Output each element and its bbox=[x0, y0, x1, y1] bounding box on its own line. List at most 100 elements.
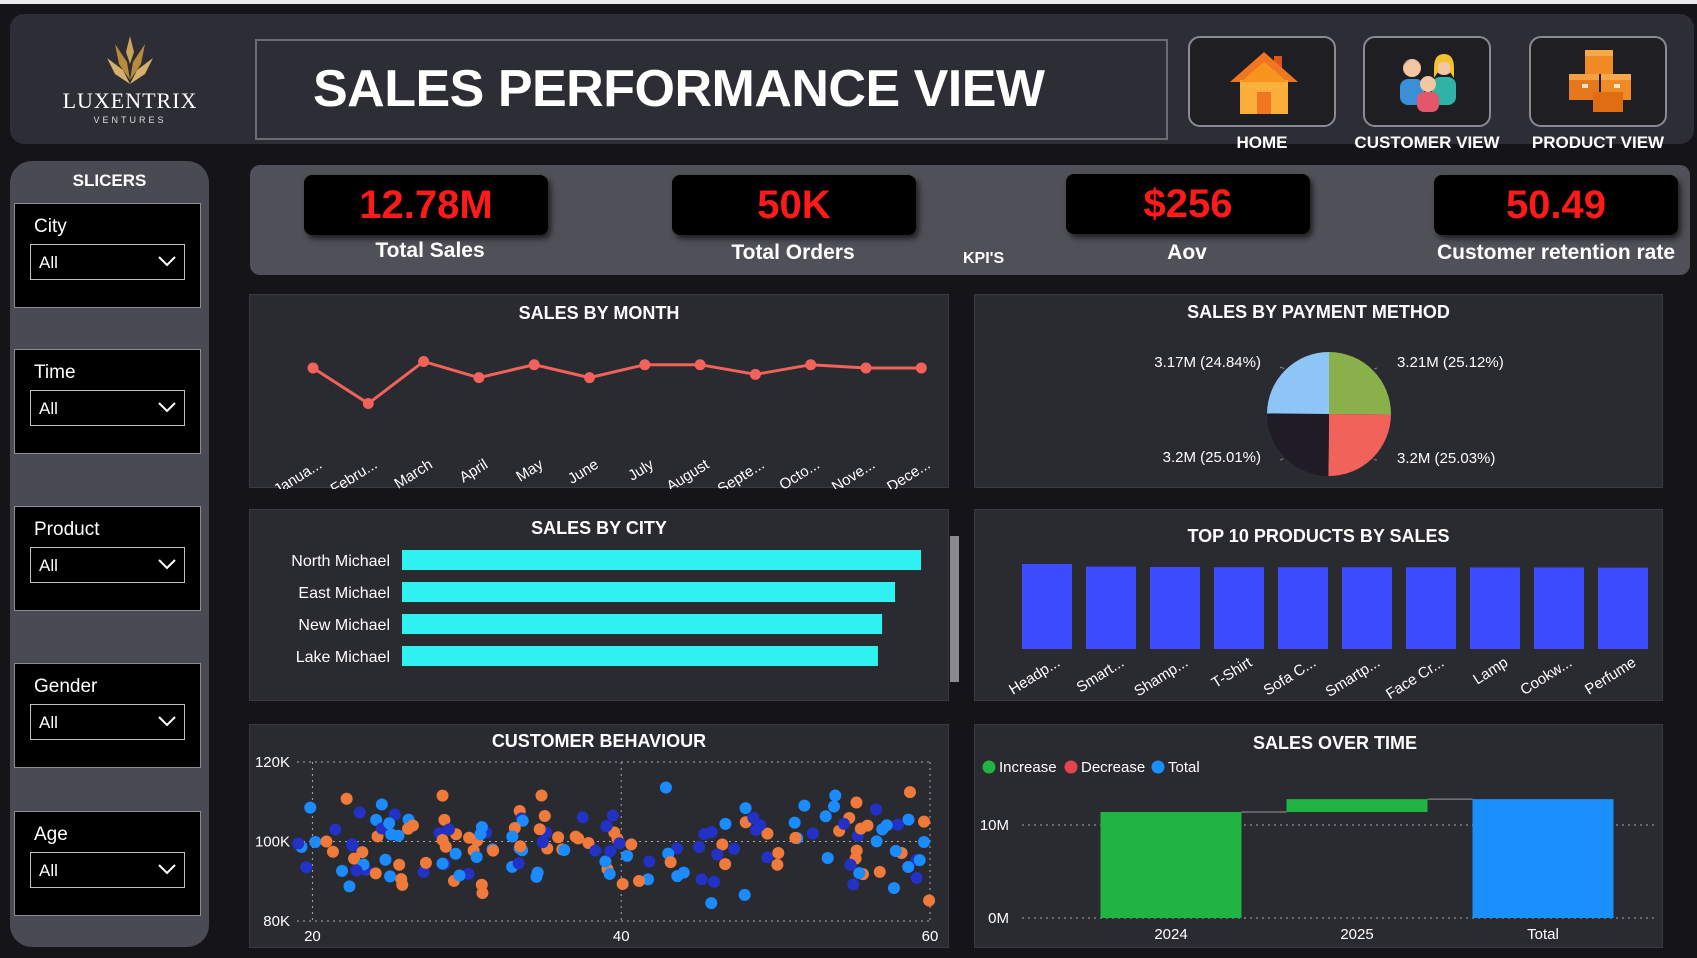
scatter-point bbox=[664, 856, 677, 869]
product-bar bbox=[1022, 564, 1072, 649]
scatter-point bbox=[847, 878, 860, 891]
x-tick-label: Perfume bbox=[1582, 654, 1639, 698]
scatter-point bbox=[719, 858, 732, 871]
x-tick-label: April bbox=[457, 456, 491, 486]
scatter-point bbox=[788, 816, 801, 829]
x-tick-label: August bbox=[664, 456, 713, 489]
line-point bbox=[860, 362, 872, 374]
legend-label: Increase bbox=[999, 759, 1057, 776]
sales-line bbox=[312, 359, 922, 406]
slicer-label: Product bbox=[34, 519, 100, 540]
scatter-point bbox=[589, 844, 602, 857]
city-bar bbox=[402, 582, 896, 602]
sales-by-month-chart: Janua... Febru... March April May June July Aug… bbox=[271, 355, 933, 489]
y-tick-label: 100K bbox=[255, 834, 290, 851]
customer-view-button[interactable] bbox=[1363, 36, 1491, 127]
line-point bbox=[362, 398, 374, 410]
scatter-point bbox=[828, 800, 841, 813]
brand-subtitle: VENTURES bbox=[93, 115, 167, 125]
scatter-point bbox=[844, 858, 857, 871]
window-top-edge bbox=[0, 0, 1697, 4]
product-bar bbox=[1470, 567, 1520, 649]
x-tick-label: Cookw... bbox=[1517, 654, 1575, 699]
kpi-card-total-sales: 12.78M bbox=[304, 175, 548, 235]
scatter-point bbox=[350, 864, 363, 877]
scatter-point bbox=[336, 864, 349, 877]
scatter-point bbox=[436, 833, 449, 846]
scatter-point bbox=[569, 830, 582, 843]
line-point bbox=[528, 359, 540, 371]
crown-icon bbox=[107, 36, 153, 84]
x-tick-label: Sofa C... bbox=[1261, 654, 1320, 699]
pie-slice bbox=[1328, 414, 1391, 476]
pie-data-label: 3.2M (25.03%) bbox=[1397, 450, 1495, 467]
line-point bbox=[307, 362, 319, 374]
dropdown-value: All bbox=[39, 556, 58, 575]
customer-view-label[interactable]: CUSTOMER VIEW bbox=[1327, 133, 1527, 153]
sales-by-payment-chart: 3.21M (25.12%) 3.2M (25.03%) 3.2M (25.01%)… bbox=[1154, 352, 1504, 476]
scatter-point bbox=[923, 894, 936, 907]
product-dropdown[interactable]: All bbox=[30, 547, 185, 583]
scatter-point bbox=[538, 809, 551, 822]
pie-data-label: 3.2M (25.01%) bbox=[1163, 449, 1261, 466]
pie-slice bbox=[1329, 352, 1391, 415]
age-dropdown[interactable]: All bbox=[30, 852, 185, 888]
dropdown-value: All bbox=[39, 861, 58, 880]
city-chart-scrollbar[interactable] bbox=[950, 536, 959, 682]
line-point bbox=[639, 359, 651, 371]
kpi-card-aov: $256 bbox=[1066, 174, 1310, 234]
y-tick-label: 80K bbox=[263, 913, 290, 930]
legend-marker bbox=[982, 760, 996, 774]
kpi-value: 50K bbox=[757, 183, 831, 227]
x-tick-label: Octo... bbox=[776, 456, 822, 489]
slicer-label: City bbox=[34, 216, 67, 237]
people-icon bbox=[1400, 54, 1456, 112]
scatter-point bbox=[772, 847, 785, 860]
scatter-point bbox=[506, 830, 519, 843]
product-view-label[interactable]: PRODUCT VIEW bbox=[1498, 133, 1697, 153]
city-bar bbox=[402, 614, 883, 634]
scatter-point bbox=[533, 823, 546, 836]
scatter-point bbox=[536, 836, 549, 849]
scatter-point bbox=[340, 792, 353, 805]
product-view-button[interactable] bbox=[1529, 36, 1667, 127]
waterfall-bar bbox=[1286, 799, 1428, 812]
city-dropdown[interactable]: All bbox=[30, 244, 185, 280]
x-tick-label: Shamp... bbox=[1131, 654, 1191, 700]
time-dropdown[interactable]: All bbox=[30, 390, 185, 426]
scatter-point bbox=[419, 856, 432, 869]
gender-dropdown[interactable]: All bbox=[30, 704, 185, 740]
scatter-point bbox=[300, 861, 313, 874]
slicer-label: Age bbox=[34, 824, 68, 845]
slicers-title: SLICERS bbox=[72, 171, 147, 190]
dropdown-value: All bbox=[39, 713, 58, 732]
top-products-card: TOP 10 PRODUCTS BY SALES Headp... Smart..… bbox=[974, 509, 1663, 702]
legend-marker bbox=[1151, 760, 1165, 774]
dropdown-value: All bbox=[39, 253, 58, 272]
product-bar bbox=[1086, 566, 1136, 649]
home-button[interactable] bbox=[1188, 36, 1336, 127]
customer-behaviour-card: CUSTOMER BEHAVIOUR 120K 100K 80K 20 40 60 bbox=[249, 724, 949, 948]
kpi-section-tag: KPI'S bbox=[963, 250, 1005, 267]
brand-name: LUXENTRIX bbox=[62, 88, 198, 113]
chevron-down-icon bbox=[158, 256, 176, 267]
scatter-point bbox=[320, 835, 333, 848]
x-tick-label: Nove... bbox=[829, 456, 878, 489]
city-bar bbox=[402, 646, 878, 666]
y-tick-label: 0M bbox=[988, 910, 1009, 927]
scatter-point bbox=[356, 846, 369, 859]
scatter-point bbox=[671, 870, 684, 883]
line-point bbox=[915, 362, 927, 374]
scatter-point bbox=[353, 806, 366, 819]
x-tick-label: Smart... bbox=[1074, 654, 1128, 696]
header-bar: LUXENTRIX VENTURES SALES PERFORMANCE VIE… bbox=[10, 14, 1694, 152]
scatter-point bbox=[870, 835, 883, 848]
scatter-point bbox=[552, 831, 565, 844]
page-title: SALES PERFORMANCE VIEW bbox=[313, 60, 1045, 118]
scatter-point bbox=[396, 878, 409, 891]
product-bar bbox=[1214, 567, 1264, 649]
scatter-point bbox=[798, 799, 811, 812]
kpi-label: Total Sales bbox=[375, 239, 485, 262]
line-point bbox=[584, 372, 595, 384]
scatter-point bbox=[329, 823, 342, 836]
